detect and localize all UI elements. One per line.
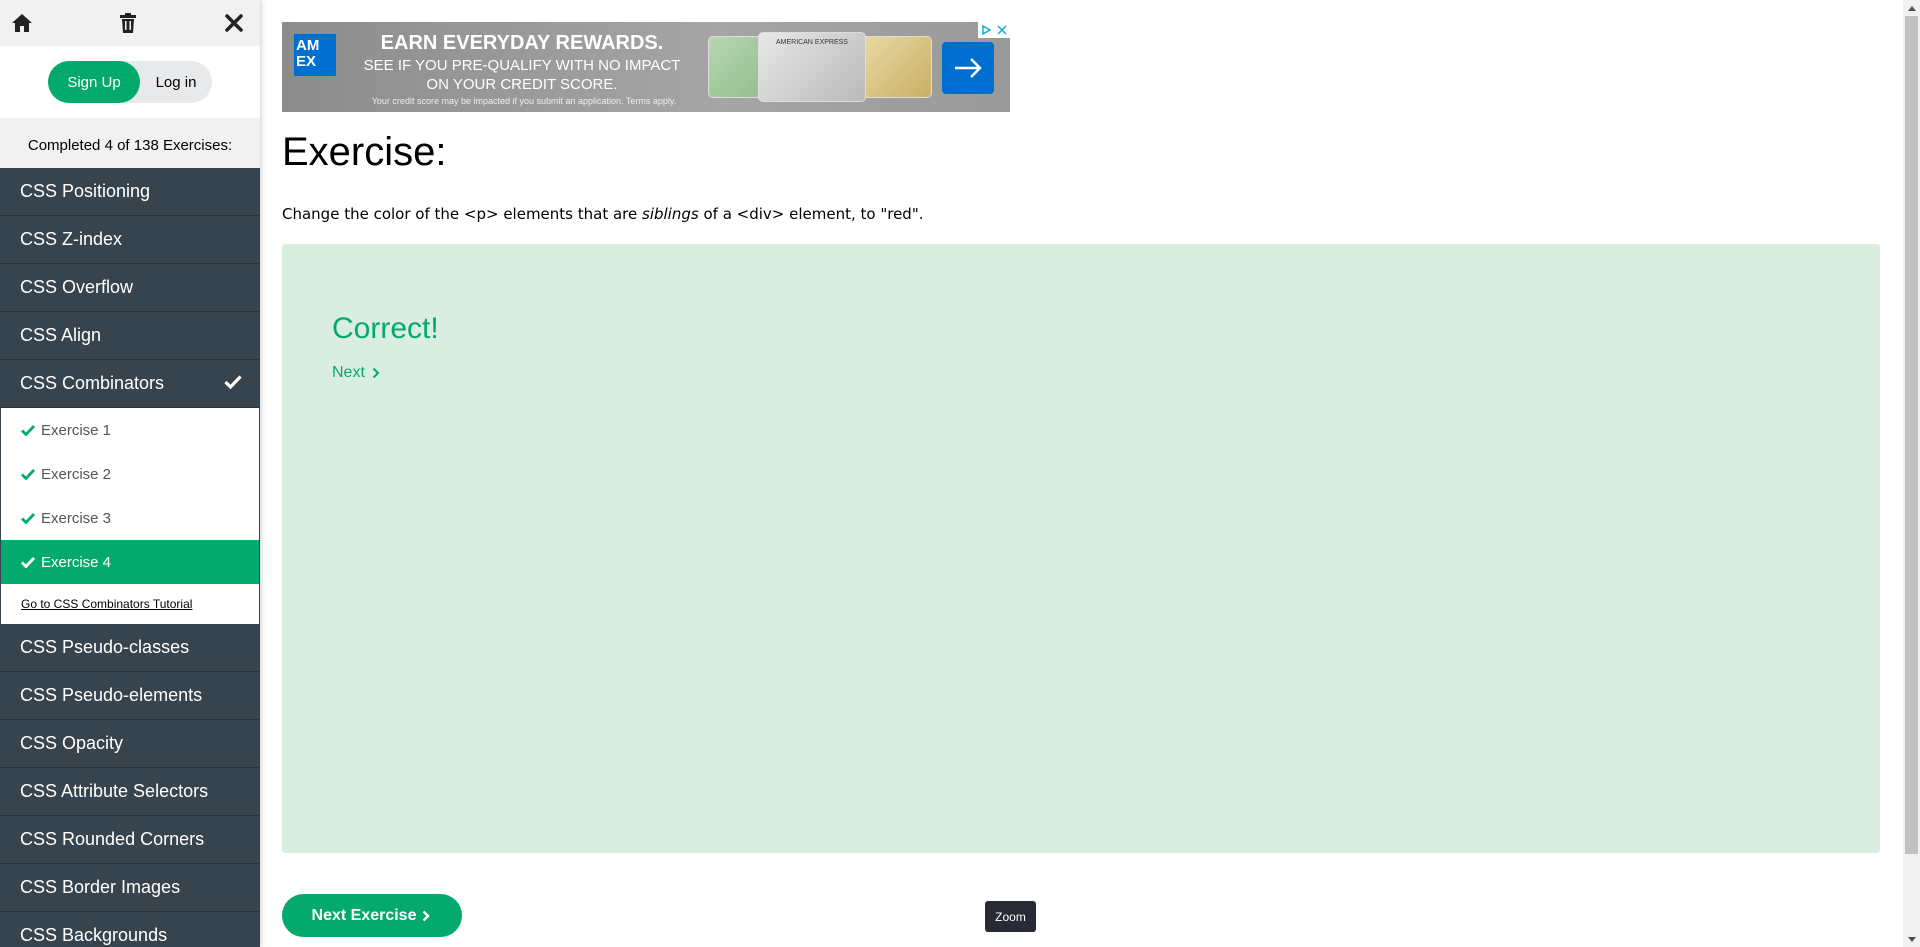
zoom-tooltip: Zoom xyxy=(985,901,1036,932)
page-title: Exercise: xyxy=(282,130,447,174)
platinum-card-image: AMERICAN EXPRESS xyxy=(758,32,866,102)
instruction-text-before: Change the color of the <p> elements tha… xyxy=(282,205,643,223)
gold-card-image xyxy=(860,36,932,98)
topic-label: CSS Align xyxy=(20,325,102,345)
topic-label: CSS Z-index xyxy=(20,229,123,249)
next-link[interactable]: Next xyxy=(332,364,382,382)
topic-label: CSS Overflow xyxy=(20,277,134,297)
topic-item[interactable]: CSS Opacity xyxy=(0,720,260,768)
topic-item[interactable]: CSS Pseudo-elements xyxy=(0,672,260,720)
instruction-emphasis: siblings xyxy=(642,205,699,223)
exercise-item[interactable]: Exercise 2 xyxy=(1,452,259,496)
scroll-down-icon[interactable] xyxy=(1903,931,1920,947)
amex-logo: AM EX xyxy=(294,34,336,76)
topic-item[interactable]: CSS Backgrounds xyxy=(0,912,260,947)
result-title: Correct! xyxy=(332,312,439,345)
exercise-item[interactable]: Exercise 3 xyxy=(1,496,259,540)
topic-label: CSS Border Images xyxy=(20,877,181,897)
home-icon[interactable] xyxy=(10,11,34,35)
topic-item[interactable]: CSS Overflow xyxy=(0,264,260,312)
topic-item[interactable]: CSS Align xyxy=(0,312,260,360)
sign-up-button[interactable]: Sign Up xyxy=(48,61,140,103)
advertisement-banner[interactable]: AM EX EARN EVERYDAY REWARDS. SEE IF YOU … xyxy=(282,22,1010,112)
topic-item[interactable]: CSS Border Images xyxy=(0,864,260,912)
exercise-label: Exercise 1 xyxy=(41,421,112,439)
tutorial-link[interactable]: Go to CSS Combinators Tutorial xyxy=(1,584,259,624)
close-icon[interactable] xyxy=(222,11,246,35)
exercise-item[interactable]: Exercise 1 xyxy=(1,408,259,452)
ad-subline: SEE IF YOU PRE-QUALIFY WITH NO IMPACT ON… xyxy=(363,57,681,93)
exercise-subpanel: Exercise 1 Exercise 2 Exercise 3 Exercise 4… xyxy=(0,408,260,624)
exercise-item[interactable]: Exercise 4 xyxy=(1,540,259,584)
ad-headline: EARN EVERYDAY REWARDS. xyxy=(380,32,664,54)
trash-icon[interactable] xyxy=(116,11,140,35)
sidebar: Sign Up Log in Completed 4 of 138 Exerci… xyxy=(0,0,260,947)
check-icon xyxy=(21,556,35,568)
scroll-up-icon[interactable] xyxy=(1903,0,1920,16)
card-label: AMERICAN EXPRESS xyxy=(776,39,848,46)
result-panel: Correct! Next xyxy=(282,244,1880,853)
auth-section: Sign Up Log in xyxy=(0,46,260,118)
topic-label: CSS Attribute Selectors xyxy=(20,781,209,801)
topic-label: CSS Positioning xyxy=(20,181,151,201)
topic-label: CSS Backgrounds xyxy=(20,925,168,945)
sidebar-toolbar xyxy=(0,0,260,46)
instruction-text-after: of a <div> element, to "red". xyxy=(698,205,924,223)
topic-label: CSS Opacity xyxy=(20,733,124,753)
topic-label: CSS Rounded Corners xyxy=(20,829,205,849)
next-exercise-button[interactable]: Next Exercise xyxy=(282,894,462,937)
arrow-right-icon xyxy=(955,58,982,78)
exercise-label: Exercise 2 xyxy=(41,465,112,483)
topic-list-after: CSS Pseudo-classes CSS Pseudo-elements CSS… xyxy=(0,624,260,947)
topic-active[interactable]: CSS Combinators xyxy=(0,360,260,408)
page-scrollbar[interactable] xyxy=(1903,0,1920,947)
scrollbar-thumb[interactable] xyxy=(1905,16,1918,854)
ad-fineprint: Your credit score may be impacted if you… xyxy=(371,96,677,106)
ad-choices xyxy=(978,22,1010,38)
auth-pill: Sign Up Log in xyxy=(48,61,212,103)
main-content: AM EX EARN EVERYDAY REWARDS. SEE IF YOU … xyxy=(282,0,1882,947)
chevron-right-icon xyxy=(372,367,380,379)
topic-list-before: CSS Positioning CSS Z-index CSS Overflow CS… xyxy=(0,168,260,360)
check-icon xyxy=(21,424,35,436)
check-icon xyxy=(224,373,242,394)
topic-item[interactable]: CSS Attribute Selectors xyxy=(0,768,260,816)
topic-item[interactable]: CSS Positioning xyxy=(0,168,260,216)
check-icon xyxy=(21,512,35,524)
topic-item[interactable]: CSS Pseudo-classes xyxy=(0,624,260,672)
exercise-label: Exercise 3 xyxy=(41,509,112,527)
topic-label: CSS Combinators xyxy=(20,373,165,393)
ad-close-icon[interactable] xyxy=(994,22,1010,38)
check-icon xyxy=(21,468,35,480)
adchoices-icon[interactable] xyxy=(978,22,994,38)
topic-label: CSS Pseudo-elements xyxy=(20,685,203,705)
topic-item[interactable]: CSS Rounded Corners xyxy=(0,816,260,864)
ad-arrow-button[interactable] xyxy=(942,42,994,94)
exercise-list: Exercise 1 Exercise 2 Exercise 3 Exercise 4 xyxy=(1,408,259,584)
next-link-label: Next xyxy=(332,364,365,381)
topic-item[interactable]: CSS Z-index xyxy=(0,216,260,264)
exercise-instruction: Change the color of the <p> elements tha… xyxy=(282,205,924,223)
exercise-label: Exercise 4 xyxy=(41,553,112,571)
chevron-right-icon xyxy=(423,910,431,921)
next-exercise-label: Next Exercise xyxy=(311,906,417,924)
progress-text: Completed 4 of 138 Exercises: xyxy=(27,137,233,154)
topic-label: CSS Pseudo-classes xyxy=(20,637,190,657)
log-in-button[interactable]: Log in xyxy=(140,61,212,103)
